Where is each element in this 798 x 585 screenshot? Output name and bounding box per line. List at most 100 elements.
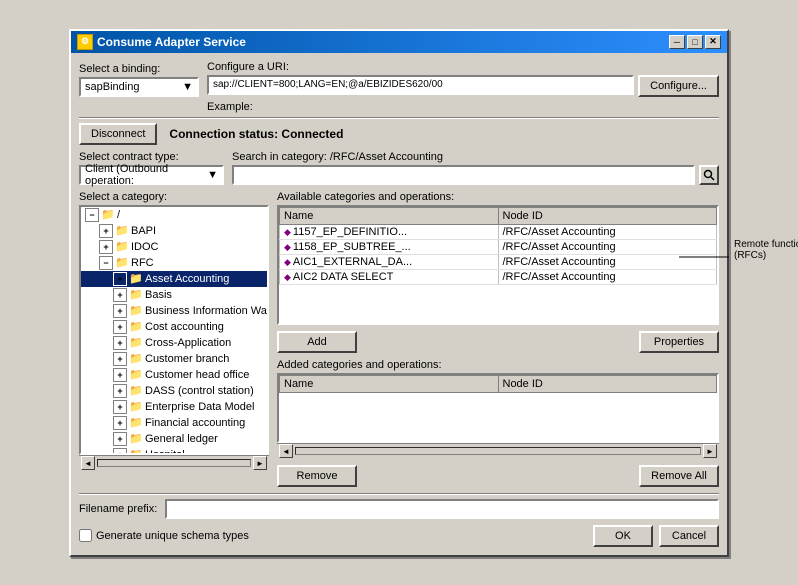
available-table-row[interactable]: ◆1157_EP_DEFINITIO... /RFC/Asset Account… <box>280 224 717 239</box>
unique-schema-checkbox[interactable] <box>79 529 92 542</box>
tree-label-edm: Enterprise Data Model <box>145 401 254 413</box>
added-scroll-right[interactable]: ► <box>703 444 717 458</box>
tree-folder-icon-dass: 📁 <box>129 384 143 398</box>
added-scroll-bar[interactable]: ◄ ► <box>277 443 719 459</box>
scroll-left-arrow[interactable]: ◄ <box>81 456 95 470</box>
remove-button[interactable]: Remove <box>277 465 357 487</box>
remove-buttons-row: Remove Remove All <box>277 465 719 487</box>
avail-cell-name: ◆AIC2 DATA SELECT <box>280 269 499 284</box>
tree-label-root: / <box>117 209 120 221</box>
tree-expander-basis[interactable]: + <box>113 288 127 302</box>
contract-select[interactable]: Client (Outbound operation: ▼ <box>79 165 224 185</box>
available-table-row[interactable]: ◆AIC1_EXTERNAL_DA... /RFC/Asset Accounti… <box>280 254 717 269</box>
tree-folder-icon-asset-accounting: 📁 <box>129 272 143 286</box>
tree-item-customer-branch[interactable]: + 📁 Customer branch <box>81 351 267 367</box>
separator-2 <box>79 493 719 495</box>
tree-folder-icon-cross-app: 📁 <box>129 336 143 350</box>
tree-expander-hospital[interactable]: + <box>113 448 127 455</box>
ok-button[interactable]: OK <box>593 525 653 547</box>
uri-label: Configure a URI: <box>207 61 719 73</box>
category-label: Select a category: <box>79 191 269 203</box>
tree-expander-cross-app[interactable]: + <box>113 336 127 350</box>
tree-expander-dass[interactable]: + <box>113 384 127 398</box>
avail-col-name: Name <box>280 207 499 224</box>
avail-cell-name: ◆AIC1_EXTERNAL_DA... <box>280 254 499 269</box>
tree-item-idoc[interactable]: + 📁 IDOC <box>81 239 267 255</box>
available-table: Name Node ID ◆1157_EP_DEFINITIO... /RFC/… <box>279 207 717 285</box>
tree-label-general-ledger: General ledger <box>145 433 218 445</box>
tree-expander-cost-accounting[interactable]: + <box>113 320 127 334</box>
avail-col-nodeid: Node ID <box>498 207 717 224</box>
title-bar-buttons: ─ □ ✕ <box>669 35 721 49</box>
available-table-row[interactable]: ◆1158_EP_SUBTREE_... /RFC/Asset Accounti… <box>280 239 717 254</box>
added-table: Name Node ID <box>279 375 717 393</box>
tree-item-general-ledger[interactable]: + 📁 General ledger <box>81 431 267 447</box>
tree-expander-root[interactable]: − <box>85 208 99 222</box>
binding-select[interactable]: sapBinding ▼ <box>79 77 199 97</box>
tree-expander-customer-branch[interactable]: + <box>113 352 127 366</box>
tree-item-bapi[interactable]: + 📁 BAPI <box>81 223 267 239</box>
added-scroll-left[interactable]: ◄ <box>279 444 293 458</box>
tree-expander-customer-head[interactable]: + <box>113 368 127 382</box>
tree-label-rfc: RFC <box>131 257 154 269</box>
added-table-container: Name Node ID <box>277 373 719 443</box>
tree-label-bapi: BAPI <box>131 225 156 237</box>
uri-input[interactable] <box>207 75 634 95</box>
tree-expander-bapi[interactable]: + <box>99 224 113 238</box>
tree-item-customer-head[interactable]: + 📁 Customer head office <box>81 367 267 383</box>
tree-item-hospital[interactable]: + 📁 Hospital <box>81 447 267 455</box>
tree-folder-icon-rfc: 📁 <box>115 256 129 270</box>
add-button[interactable]: Add <box>277 331 357 353</box>
add-properties-row: Add Properties <box>277 331 719 353</box>
category-tree[interactable]: − 📁 / + 📁 BAPI + 📁 <box>79 205 269 455</box>
tree-folder-icon-basis: 📁 <box>129 288 143 302</box>
search-button[interactable] <box>699 165 719 185</box>
properties-button[interactable]: Properties <box>639 331 719 353</box>
tree-expander-rfc[interactable]: − <box>99 256 113 270</box>
binding-label: Select a binding: <box>79 63 199 75</box>
minimize-button[interactable]: ─ <box>669 35 685 49</box>
tree-folder-icon-edm: 📁 <box>129 400 143 414</box>
close-button[interactable]: ✕ <box>705 35 721 49</box>
tree-scroll-bar[interactable]: ◄ ► <box>79 455 269 471</box>
tree-label-idoc: IDOC <box>131 241 159 253</box>
tree-item-edm[interactable]: + 📁 Enterprise Data Model <box>81 399 267 415</box>
maximize-button[interactable]: □ <box>687 35 703 49</box>
diamond-icon: ◆ <box>284 272 291 282</box>
search-input-container[interactable] <box>232 165 695 185</box>
scroll-right-arrow[interactable]: ► <box>253 456 267 470</box>
tree-label-basis: Basis <box>145 289 172 301</box>
tree-expander-biw[interactable]: + <box>113 304 127 318</box>
tree-item-financial[interactable]: + 📁 Financial accounting <box>81 415 267 431</box>
tree-folder-icon-root: 📁 <box>101 208 115 222</box>
tree-item-basis[interactable]: + 📁 Basis <box>81 287 267 303</box>
tree-item-asset-accounting[interactable]: + 📁 Asset Accounting <box>81 271 267 287</box>
filename-text-field[interactable] <box>171 502 713 514</box>
tree-folder-icon-idoc: 📁 <box>115 240 129 254</box>
tree-item-biw[interactable]: + 📁 Business Information Wareh <box>81 303 267 319</box>
search-text-field[interactable] <box>238 168 689 180</box>
disconnect-button[interactable]: Disconnect <box>79 123 157 145</box>
tree-item-cost-accounting[interactable]: + 📁 Cost accounting <box>81 319 267 335</box>
tree-expander-idoc[interactable]: + <box>99 240 113 254</box>
window-icon: ⚙ <box>77 34 93 50</box>
available-table-row[interactable]: ◆AIC2 DATA SELECT /RFC/Asset Accounting <box>280 269 717 284</box>
uri-text-field[interactable] <box>213 79 628 90</box>
tree-item-cross-app[interactable]: + 📁 Cross-Application <box>81 335 267 351</box>
remove-all-button[interactable]: Remove All <box>639 465 719 487</box>
tree-folder-icon-customer-head: 📁 <box>129 368 143 382</box>
tree-expander-financial[interactable]: + <box>113 416 127 430</box>
tree-label-cross-app: Cross-Application <box>145 337 231 349</box>
tree-expander-edm[interactable]: + <box>113 400 127 414</box>
filename-input[interactable] <box>165 499 719 519</box>
tree-item-rfc[interactable]: − 📁 RFC <box>81 255 267 271</box>
tree-folder-icon-cost-accounting: 📁 <box>129 320 143 334</box>
tree-expander-general-ledger[interactable]: + <box>113 432 127 446</box>
tree-item-root[interactable]: − 📁 / <box>81 207 267 223</box>
cancel-button[interactable]: Cancel <box>659 525 719 547</box>
configure-button[interactable]: Configure... <box>638 75 719 97</box>
connection-status: Connection status: Connected <box>169 127 343 141</box>
tree-expander-asset-accounting[interactable]: + <box>113 272 127 286</box>
tree-item-dass[interactable]: + 📁 DASS (control station) <box>81 383 267 399</box>
tree-folder-icon-biw: 📁 <box>129 304 143 318</box>
